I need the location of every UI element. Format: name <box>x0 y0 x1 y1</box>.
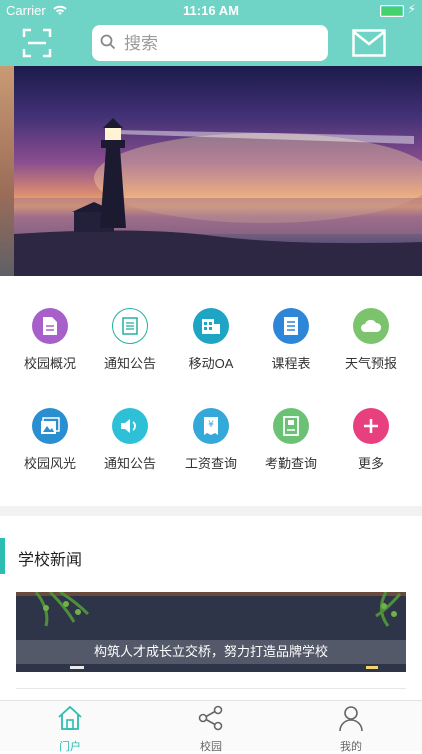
section-divider <box>0 506 422 516</box>
search-icon <box>100 34 116 50</box>
share-icon <box>198 705 223 731</box>
grid-item-more[interactable]: 更多 <box>331 408 411 472</box>
grid-item-label: 通知公告 <box>103 456 156 471</box>
grid-item-label: 校园风光 <box>23 456 76 471</box>
top-bar: Carrier 11:16 AM ⚡ <box>0 0 422 66</box>
grid-item-weather[interactable]: 天气预报 <box>331 308 411 372</box>
banner-prev-slide <box>0 66 14 276</box>
cloud-icon <box>353 308 389 344</box>
grid-item-salary[interactable]: ¥ 工资查询 <box>171 408 251 472</box>
grid-item-label: 课程表 <box>271 356 311 371</box>
function-grid: 校园概况 通知公告 移动OA 课程表 天气预报 校园风光 通知公告 ¥ 工资查询… <box>0 276 422 506</box>
search-box[interactable] <box>92 25 328 61</box>
plus-icon <box>353 408 389 444</box>
tab-bar: 门户 校园 我的 <box>0 700 422 754</box>
status-bar: Carrier 11:16 AM ⚡ <box>0 0 422 22</box>
grid-item-schedule[interactable]: 课程表 <box>251 308 331 372</box>
tab-campus[interactable]: 校园 <box>171 705 251 754</box>
tab-portal[interactable]: 门户 <box>30 705 110 754</box>
grid-item-label: 工资查询 <box>184 456 237 471</box>
grid-item-notice[interactable]: 通知公告 <box>90 308 170 372</box>
grid-item-label: 移动OA <box>188 356 234 371</box>
mail-icon[interactable] <box>352 29 386 57</box>
section-title: 学校新闻 <box>18 552 83 569</box>
charging-icon: ⚡ <box>407 2 416 16</box>
building-icon <box>193 308 229 344</box>
grid-item-label: 考勤查询 <box>264 456 317 471</box>
battery-icon <box>380 5 404 17</box>
document-icon <box>32 308 68 344</box>
lighthouse-scene <box>14 118 422 276</box>
grid-item-label: 校园概况 <box>23 356 76 371</box>
banner-carousel[interactable] <box>0 66 422 276</box>
tab-label: 我的 <box>340 741 362 753</box>
news-separator <box>16 688 406 689</box>
tab-mine[interactable]: 我的 <box>311 705 391 754</box>
grid-item-attendance[interactable]: 考勤查询 <box>251 408 331 472</box>
tab-label: 校园 <box>200 741 222 753</box>
grid-item-campus-overview[interactable]: 校园概况 <box>10 308 90 372</box>
speaker-icon <box>112 408 148 444</box>
gallery-icon <box>32 408 68 444</box>
banner-image[interactable] <box>14 66 422 276</box>
grid-item-label: 天气预报 <box>344 356 397 371</box>
school-news-header: 学校新闻 <box>0 530 422 574</box>
grid-item-campus-scenery[interactable]: 校园风光 <box>10 408 90 472</box>
svg-text:¥: ¥ <box>208 420 214 430</box>
grid-item-mobile-oa[interactable]: 移动OA <box>171 308 251 372</box>
news-banner[interactable]: 构筑人才成长立交桥，努力打造品牌学校 <box>16 592 406 672</box>
receipt-yen-icon: ¥ <box>193 408 229 444</box>
grid-item-label: 更多 <box>357 456 384 471</box>
schedule-icon <box>273 308 309 344</box>
search-input[interactable] <box>122 30 322 58</box>
grid-item-announcement[interactable]: 通知公告 <box>90 408 170 472</box>
notice-list-icon <box>112 308 148 344</box>
scan-icon[interactable] <box>22 28 52 58</box>
grid-item-label: 通知公告 <box>103 356 156 371</box>
news-caption: 构筑人才成长立交桥，努力打造品牌学校 <box>16 640 406 664</box>
status-time: 11:16 AM <box>183 3 239 18</box>
home-icon <box>58 705 82 730</box>
attendance-icon <box>273 408 309 444</box>
tab-label: 门户 <box>59 741 81 753</box>
person-icon <box>339 706 363 732</box>
section-accent-bar <box>0 538 5 574</box>
